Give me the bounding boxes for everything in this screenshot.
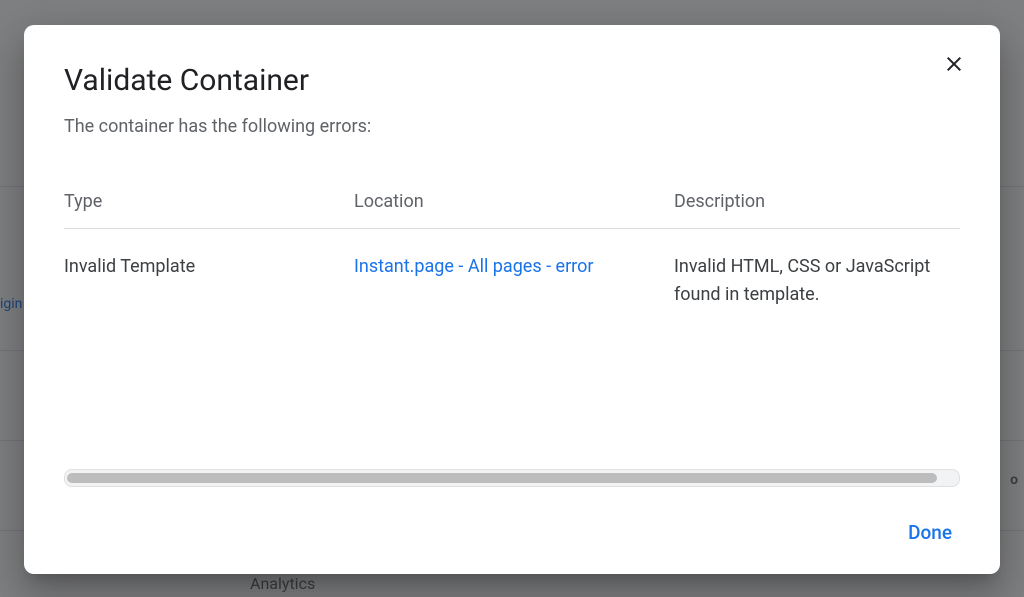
horizontal-scrollbar[interactable] bbox=[64, 469, 960, 487]
errors-table: Type Location Description Invalid Templa… bbox=[64, 191, 960, 487]
validate-container-dialog: Validate Container The container has the… bbox=[24, 25, 1000, 574]
dialog-footer: Done bbox=[64, 487, 960, 550]
table-header-row: Type Location Description bbox=[64, 191, 960, 229]
error-location-link[interactable]: Instant.page - All pages - error bbox=[354, 256, 593, 277]
error-type: Invalid Template bbox=[64, 229, 354, 309]
close-icon bbox=[942, 52, 966, 79]
col-header-location: Location bbox=[354, 191, 674, 212]
table-row: Invalid TemplateInstant.page - All pages… bbox=[64, 229, 960, 309]
dialog-subtitle: The container has the following errors: bbox=[64, 116, 960, 137]
close-button[interactable] bbox=[932, 43, 976, 87]
modal-overlay: Validate Container The container has the… bbox=[0, 0, 1024, 597]
done-button[interactable]: Done bbox=[900, 515, 960, 550]
error-description: Invalid HTML, CSS or JavaScript found in… bbox=[674, 229, 960, 309]
scrollbar-thumb[interactable] bbox=[67, 473, 937, 483]
dialog-title: Validate Container bbox=[64, 63, 960, 98]
col-header-description: Description bbox=[674, 191, 960, 212]
col-header-type: Type bbox=[64, 191, 354, 212]
